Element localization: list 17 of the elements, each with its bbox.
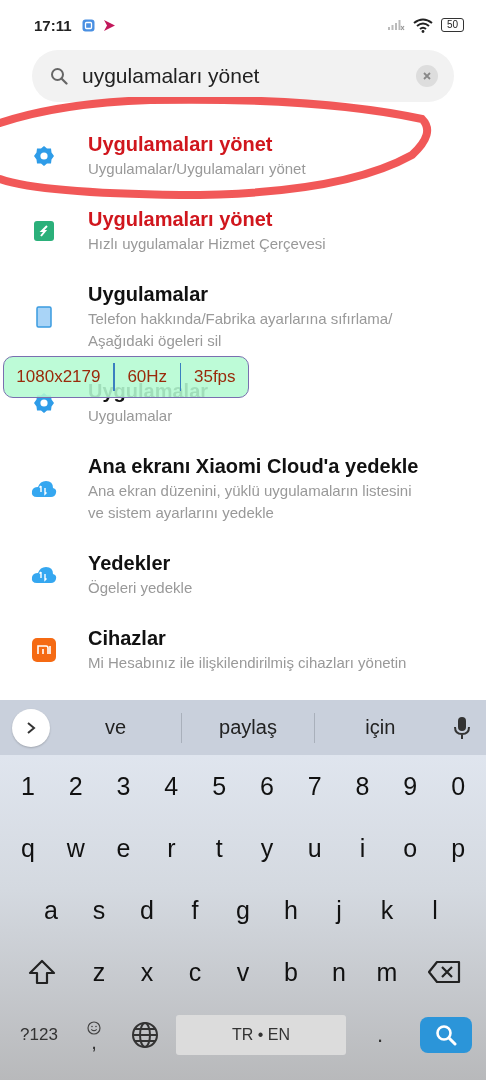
result-title: Ana ekranı Xiaomi Cloud'a yedekle xyxy=(88,454,419,479)
result-title: Yedekler xyxy=(88,551,171,576)
result-title: Uygulamaları yönet xyxy=(88,132,273,157)
status-time: 17:11 xyxy=(34,16,72,34)
result-subtitle: Ana ekran düzenini, yüklü uygulamaların listesini ve sistem ayarlarını yedekle xyxy=(88,481,413,523)
result-subtitle: Uygulamalar/Uygulamaları yönet xyxy=(88,159,306,179)
result-title: Cihazlar xyxy=(88,626,166,651)
result-subtitle: Mi Hesabınız ile ilişkilendirilmiş cihazları yönetin xyxy=(88,653,407,673)
result-title: Uygulamalar xyxy=(88,282,209,307)
result-subtitle: Uygulamalar xyxy=(88,406,173,426)
result-title: Uygulamaları yönet xyxy=(88,207,273,232)
battery-indicator: 50 xyxy=(440,18,464,32)
fps-stat: 1080x2179 xyxy=(16,367,101,386)
result-subtitle: Telefon hakkında/Fabrika ayarlarına sıfırlama/ Aşağıdaki ögeleri sil xyxy=(88,309,394,351)
result-subtitle: Ögeleri yedekle xyxy=(88,578,193,598)
result-subtitle: Hızlı uygulamalar Hizmet Çerçevesi xyxy=(88,234,326,254)
fps-stat: 35fps xyxy=(194,367,236,386)
